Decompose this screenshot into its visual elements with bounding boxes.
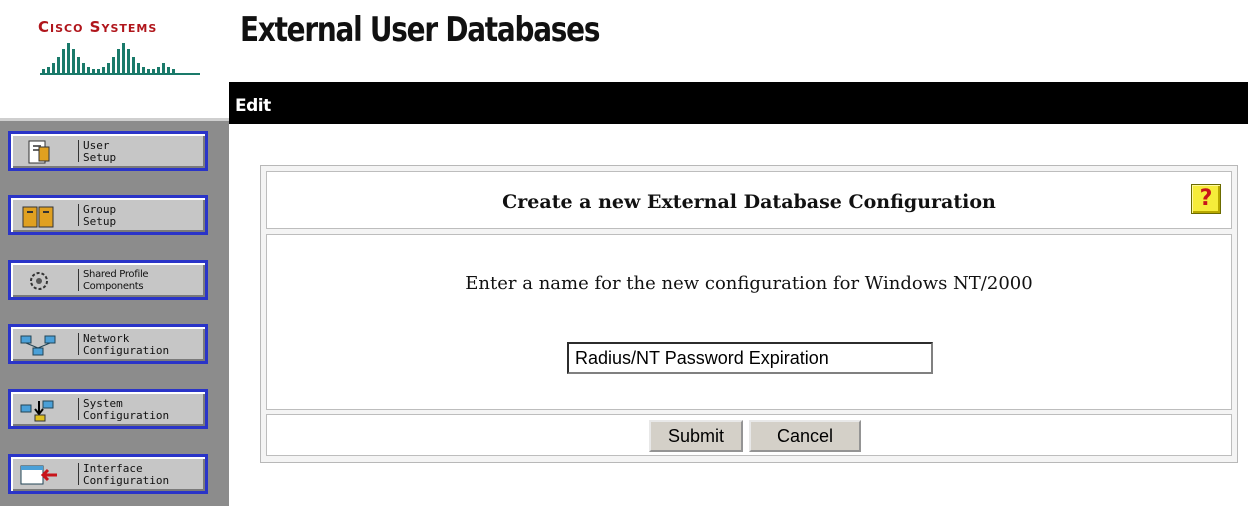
external-db-form: Create a new External Database Configura…: [260, 165, 1238, 463]
nav-button-network-configuration[interactable]: Network Configuration: [8, 324, 208, 364]
form-header: Create a new External Database Configura…: [266, 171, 1232, 229]
edit-label: Edit: [235, 96, 271, 116]
cisco-logo: Cisco Systems: [30, 12, 210, 82]
shared-profile-icon: [30, 272, 48, 290]
cancel-button[interactable]: Cancel: [749, 420, 861, 452]
nav-button-group-setup[interactable]: Group Setup: [8, 195, 208, 235]
submit-button[interactable]: Submit: [649, 420, 743, 452]
nav-button-shared-profile-components[interactable]: Shared Profile Components: [8, 260, 208, 300]
user-setup-icon: [28, 140, 50, 164]
network-config-icon: [20, 335, 56, 356]
logo-text: Cisco Systems: [38, 18, 158, 36]
nav-button-system-configuration[interactable]: System Configuration: [8, 389, 208, 429]
nav-label-network-configuration: Network Configuration: [83, 332, 170, 357]
nav-button-user-setup[interactable]: User Setup: [8, 131, 208, 171]
config-name-prompt: Enter a name for the new configuration f…: [465, 273, 1033, 294]
form-body: Enter a name for the new configuration f…: [266, 234, 1232, 410]
logo-bars-icon: [40, 43, 200, 75]
nav-label-shared-profile: Shared Profile Components: [83, 269, 149, 292]
help-icon[interactable]: ?: [1191, 184, 1221, 214]
system-config-icon: [20, 400, 54, 422]
form-footer: Submit Cancel: [266, 414, 1232, 456]
nav-label-user-setup: User Setup: [83, 139, 117, 164]
config-name-input[interactable]: [567, 342, 933, 374]
nav-label-system-configuration: System Configuration: [83, 397, 170, 422]
nav-label-group-setup: Group Setup: [83, 203, 117, 228]
edit-header-bar: Edit: [229, 82, 1248, 124]
nav-button-interface-configuration[interactable]: Interface Configuration: [8, 454, 208, 494]
group-setup-icon: [22, 206, 54, 228]
page-title: External User Databases: [240, 10, 600, 50]
form-title: Create a new External Database Configura…: [502, 191, 996, 213]
nav-label-interface-configuration: Interface Configuration: [83, 462, 170, 487]
interface-config-icon: [20, 465, 57, 485]
left-nav: User Setup Group Setup Shared Profile Co…: [0, 118, 229, 506]
